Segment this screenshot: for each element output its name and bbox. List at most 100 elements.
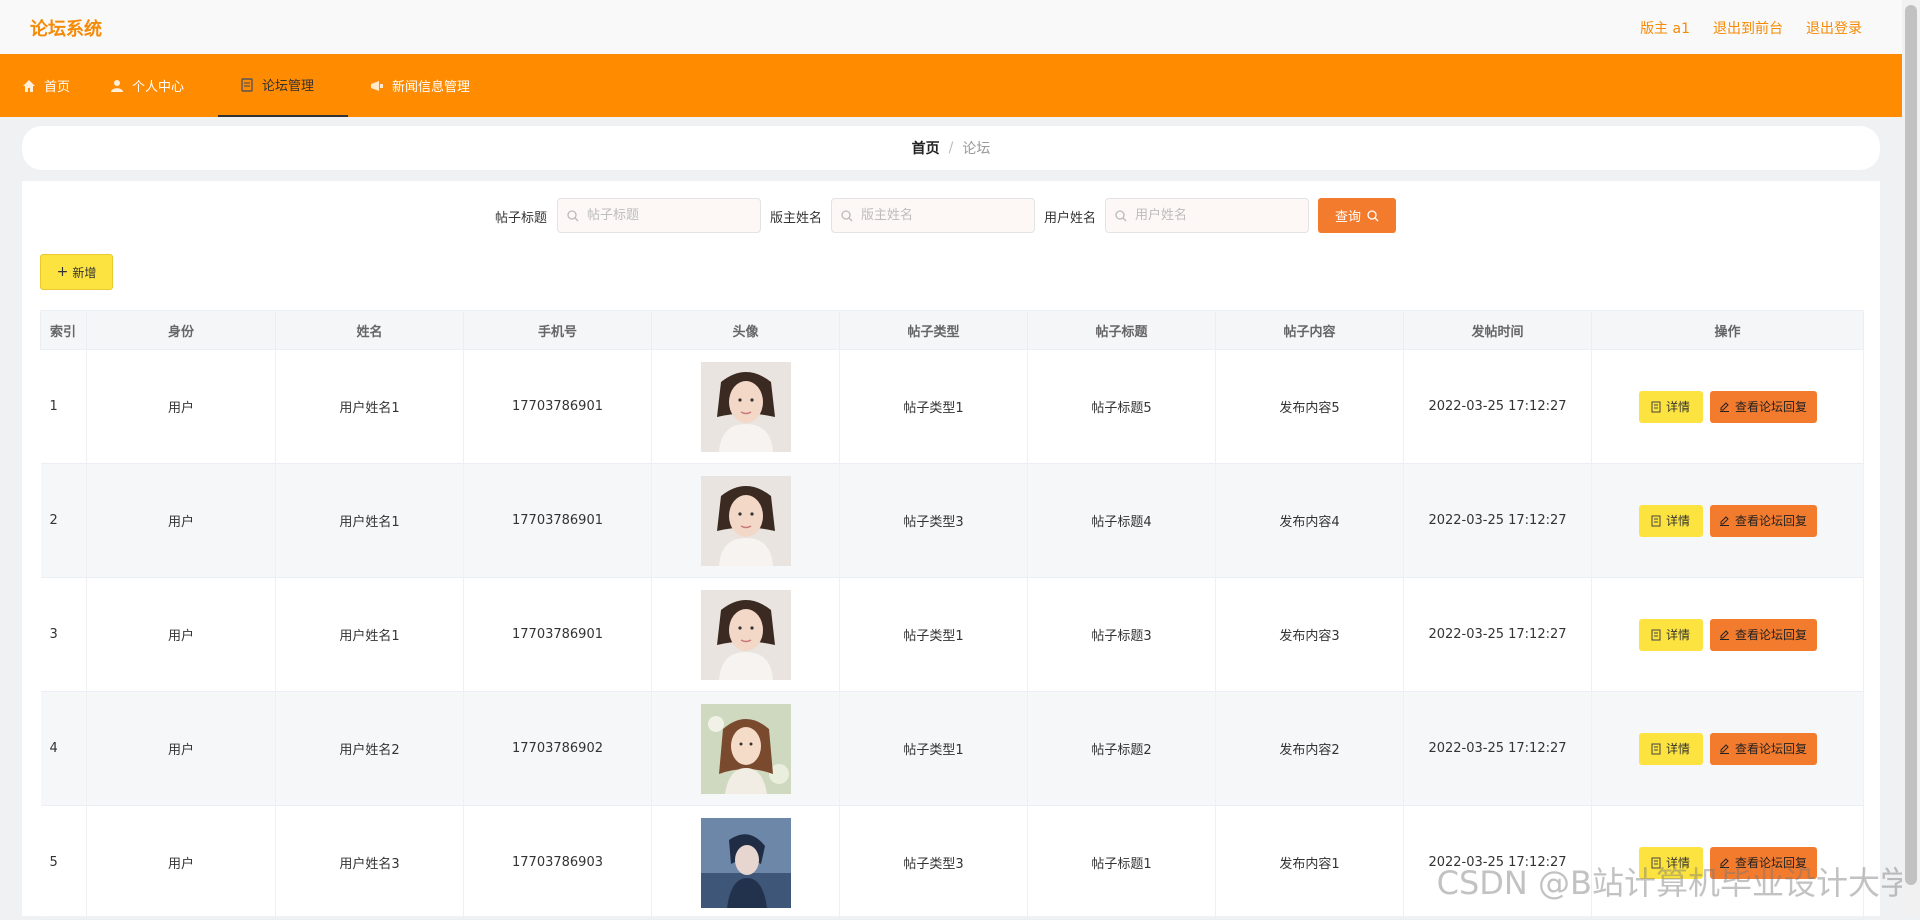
cell-avatar <box>651 349 840 464</box>
main-nav: 首页 个人中心 论坛管理 新闻信息管理 <box>0 54 1902 117</box>
forum-table: 索引 身份 姓名 手机号 头像 帖子类型 帖子标题 帖子内容 发帖时间 操作 1… <box>40 310 1864 920</box>
nav-label-home: 首页 <box>44 80 71 95</box>
edit-icon <box>1719 744 1729 754</box>
avatar-image[interactable] <box>652 703 839 794</box>
app-title: 论坛系统 <box>30 19 102 40</box>
title-search-box <box>557 198 761 233</box>
cell-content: 发布内容5 <box>1215 349 1404 464</box>
avatar-image[interactable] <box>652 589 839 680</box>
view-replies-button[interactable]: 查看论坛回复 <box>1709 618 1817 651</box>
cell-identity: 用户 <box>86 805 276 920</box>
document-icon <box>1651 401 1661 412</box>
cell-name: 用户姓名3 <box>275 805 464 920</box>
watermark: CSDN @B站计算机毕业设计大学 <box>1436 864 1912 902</box>
search-form: 帖子标题 版主姓名 用户姓名 查询 <box>22 198 1880 234</box>
cell-name: 用户姓名1 <box>275 577 464 692</box>
reply-label: 查看论坛回复 <box>1734 514 1807 528</box>
logout-link[interactable]: 退出登录 <box>1806 18 1862 38</box>
cell-avatar <box>651 691 840 806</box>
cell-time: 2022-03-25 17:12:27 <box>1403 577 1592 692</box>
avatar-image[interactable] <box>652 817 839 908</box>
cell-phone: 17703786902 <box>463 691 652 806</box>
owner-search-box <box>831 198 1035 233</box>
edit-icon <box>1719 630 1729 640</box>
cell-name: 用户姓名1 <box>275 349 464 464</box>
nav-item-home[interactable]: 首页 <box>22 54 70 117</box>
role-link[interactable]: 版主 a1 <box>1640 18 1690 38</box>
title-search-input[interactable] <box>585 207 749 224</box>
cell-time: 2022-03-25 17:12:27 <box>1403 691 1592 806</box>
breadcrumb: 首页 / 论坛 <box>22 126 1880 170</box>
scrollbar[interactable] <box>1902 0 1920 916</box>
avatar-image[interactable] <box>652 475 839 566</box>
cell-actions: 详情 查看论坛回复 <box>1591 691 1864 806</box>
nav-item-news[interactable]: 新闻信息管理 <box>370 54 470 117</box>
reply-label: 查看论坛回复 <box>1734 400 1807 414</box>
cell-type: 帖子类型1 <box>839 349 1028 464</box>
nav-item-profile[interactable]: 个人中心 <box>110 54 184 117</box>
detail-button[interactable]: 详情 <box>1638 732 1703 765</box>
detail-label: 详情 <box>1665 742 1690 756</box>
cell-actions: 详情 查看论坛回复 <box>1591 577 1864 692</box>
back-to-front-link[interactable]: 退出到前台 <box>1713 18 1783 38</box>
add-button[interactable]: + 新增 <box>40 254 113 290</box>
nav-label-forum: 论坛管理 <box>262 79 315 94</box>
cell-identity: 用户 <box>86 691 276 806</box>
cell-index: 3 <box>40 577 87 692</box>
nav-label-profile: 个人中心 <box>132 80 185 95</box>
table-row: 2 用户 用户姓名1 17703786901 帖子类型3 帖子标题4 发布内容4 2022-0… <box>40 463 1864 578</box>
cell-phone: 17703786901 <box>463 463 652 578</box>
cell-title: 帖子标题1 <box>1027 805 1216 920</box>
search-icon <box>841 209 853 221</box>
scrollbar-thumb[interactable] <box>1905 5 1917 885</box>
edit-icon <box>1719 516 1729 526</box>
col-header: 操作 <box>1591 310 1864 350</box>
cell-content: 发布内容4 <box>1215 463 1404 578</box>
document-icon <box>1651 743 1661 754</box>
cell-index: 2 <box>40 463 87 578</box>
avatar-image[interactable] <box>652 361 839 452</box>
user-search-label: 用户姓名 <box>1044 211 1097 226</box>
top-header: 论坛系统 版主 a1 退出到前台 退出登录 <box>0 0 1902 54</box>
cell-name: 用户姓名2 <box>275 691 464 806</box>
detail-button[interactable]: 详情 <box>1638 618 1703 651</box>
detail-button[interactable]: 详情 <box>1638 504 1703 537</box>
user-search-box <box>1105 198 1309 233</box>
reply-label: 查看论坛回复 <box>1734 628 1807 642</box>
col-header: 姓名 <box>275 310 464 350</box>
cell-content: 发布内容3 <box>1215 577 1404 692</box>
owner-search-input[interactable] <box>859 207 1023 224</box>
col-header: 索引 <box>40 310 87 350</box>
cell-title: 帖子标题4 <box>1027 463 1216 578</box>
breadcrumb-home[interactable]: 首页 <box>912 138 940 158</box>
cell-identity: 用户 <box>86 349 276 464</box>
document-icon <box>1651 515 1661 526</box>
detail-label: 详情 <box>1665 400 1690 414</box>
user-search-input[interactable] <box>1133 207 1297 224</box>
detail-button[interactable]: 详情 <box>1638 390 1703 423</box>
search-icon <box>567 209 579 221</box>
view-replies-button[interactable]: 查看论坛回复 <box>1709 732 1817 765</box>
cell-title: 帖子标题5 <box>1027 349 1216 464</box>
detail-label: 详情 <box>1665 628 1690 642</box>
table-row: 1 用户 用户姓名1 17703786901 帖子类型1 帖子标题5 发布内容5 2022-0… <box>40 349 1864 464</box>
cell-time: 2022-03-25 17:12:27 <box>1403 349 1592 464</box>
cell-title: 帖子标题2 <box>1027 691 1216 806</box>
nav-item-forum[interactable]: 论坛管理 <box>218 54 348 117</box>
query-label: 查询 <box>1334 210 1361 225</box>
table-row: 4 用户 用户姓名2 17703786902 帖子类型1 帖子标题2 发布内容2 2022-0… <box>40 691 1864 806</box>
col-header: 手机号 <box>463 310 652 350</box>
col-header: 帖子类型 <box>839 310 1028 350</box>
view-replies-button[interactable]: 查看论坛回复 <box>1709 504 1817 537</box>
breadcrumb-separator: / <box>948 140 954 156</box>
cell-phone: 17703786901 <box>463 577 652 692</box>
content-panel: 帖子标题 版主姓名 用户姓名 查询 + 新增 索 <box>22 181 1880 920</box>
cell-identity: 用户 <box>86 463 276 578</box>
document-icon <box>1651 629 1661 640</box>
col-header: 帖子内容 <box>1215 310 1404 350</box>
cell-type: 帖子类型3 <box>839 805 1028 920</box>
cell-type: 帖子类型1 <box>839 691 1028 806</box>
query-button[interactable]: 查询 <box>1318 198 1396 233</box>
news-icon <box>371 80 383 91</box>
view-replies-button[interactable]: 查看论坛回复 <box>1709 390 1817 423</box>
